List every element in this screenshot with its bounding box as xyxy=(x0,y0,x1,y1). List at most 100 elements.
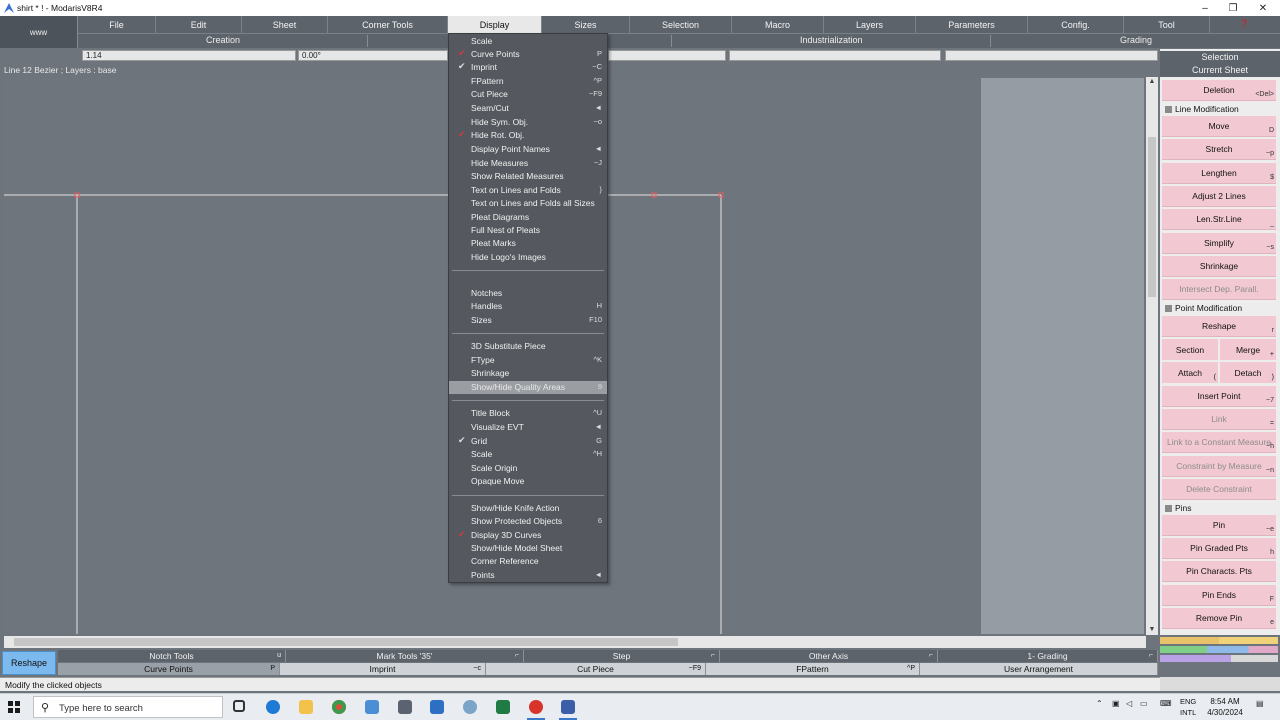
menu-item-show-hide-model-sheet[interactable]: Show/Hide Model Sheet xyxy=(449,542,607,555)
excel-icon[interactable] xyxy=(496,700,510,714)
point-modification-section[interactable]: Point Modification xyxy=(1162,302,1278,315)
menu-item-handles[interactable]: Handles H xyxy=(449,300,607,313)
scroll-thumb[interactable] xyxy=(14,638,678,646)
edge-icon[interactable] xyxy=(266,700,280,714)
minimize-button[interactable]: – xyxy=(1190,0,1220,16)
simplify-button[interactable]: Simplify ~s xyxy=(1162,233,1276,254)
tray-chevron-icon[interactable]: ⌃ xyxy=(1096,699,1103,708)
www-button[interactable]: www xyxy=(0,16,78,48)
value-field-5[interactable] xyxy=(945,50,1158,61)
menu-item-show-hide-knife-action[interactable]: Show/Hide Knife Action xyxy=(449,502,607,515)
chrome-icon[interactable] xyxy=(332,700,346,714)
detach-button[interactable]: Detach ) xyxy=(1220,362,1276,383)
menu-item-scale-origin[interactable]: Scale Origin xyxy=(449,462,607,475)
color-bar[interactable] xyxy=(1160,655,1278,662)
file-explorer-icon[interactable] xyxy=(299,700,313,714)
menu-config-[interactable]: Config. xyxy=(1028,16,1124,33)
help-icon[interactable]: ? xyxy=(1238,18,1250,30)
scroll-up-icon[interactable]: ▲ xyxy=(1148,78,1156,86)
pin-ends-button[interactable]: Pin Ends F xyxy=(1162,585,1276,606)
current-sheet-header[interactable]: Current Sheet xyxy=(1160,64,1280,77)
menu-item-points[interactable]: Points ◄ xyxy=(449,569,607,582)
tray-volume-icon[interactable]: ◁ xyxy=(1126,699,1132,708)
menu-item-hide-rot-obj-[interactable]: ✔ Hide Rot. Obj. xyxy=(449,129,607,142)
link-to-a-constant-measure-button[interactable]: Link to a Constant Measure ~h xyxy=(1162,432,1276,453)
taskbar-search[interactable]: ⚲ Type here to search xyxy=(33,696,223,718)
value-field-1[interactable]: 1.14 xyxy=(82,50,296,61)
menu-item-pleat-marks[interactable]: Pleat Marks xyxy=(449,237,607,250)
menu-item-shrinkage[interactable]: Shrinkage xyxy=(449,367,607,380)
attach-button[interactable]: Attach ( xyxy=(1162,362,1218,383)
menu-item-ftype[interactable]: FType ^K xyxy=(449,354,607,367)
tool-user-arrangement[interactable]: User Arrangement xyxy=(920,663,1158,675)
tool-step[interactable]: Step ⌐ xyxy=(524,650,720,662)
menu-item-pleat-diagrams[interactable]: Pleat Diagrams xyxy=(449,211,607,224)
horizontal-scrollbar[interactable] xyxy=(4,636,1146,648)
pins-section[interactable]: Pins xyxy=(1162,502,1278,515)
app-icon-light[interactable] xyxy=(463,700,477,714)
menu-item-display-3d-curves[interactable]: ✔ Display 3D Curves xyxy=(449,529,607,542)
constraint-by-measure-button[interactable]: Constraint by Measure ~n xyxy=(1162,456,1276,477)
task-view-icon[interactable] xyxy=(233,700,245,712)
scroll-down-icon[interactable]: ▼ xyxy=(1148,626,1156,634)
menu-layers[interactable]: Layers xyxy=(824,16,916,33)
color-bar[interactable] xyxy=(1160,637,1278,644)
delete-constraint-button[interactable]: Delete Constraint xyxy=(1162,479,1276,500)
color-bar[interactable] xyxy=(1160,646,1278,653)
tool-fpattern[interactable]: FPattern ^P xyxy=(706,663,920,675)
tool-other-axis[interactable]: Other Axis ⌐ xyxy=(720,650,938,662)
menu-item-opaque-move[interactable]: Opaque Move xyxy=(449,475,607,488)
clock[interactable]: 8:54 AM 4/30/2024 xyxy=(1200,696,1250,718)
notifications-icon[interactable]: ▤ xyxy=(1256,699,1264,708)
grading-tab[interactable]: Grading xyxy=(1120,35,1152,45)
scroll-thumb[interactable] xyxy=(1148,137,1156,297)
tool-1-grading[interactable]: 1- Grading ⌐ xyxy=(938,650,1158,662)
section-button[interactable]: Section xyxy=(1162,339,1218,360)
menu-item-seam-cut[interactable]: Seam/Cut ◄ xyxy=(449,102,607,115)
menu-item-scale[interactable]: Scale ^H xyxy=(449,448,607,461)
angle-field[interactable]: 0.00° xyxy=(298,50,448,61)
menu-item-text-on-lines-and-folds[interactable]: Text on Lines and Folds} xyxy=(449,184,607,197)
adjust-2-lines-button[interactable]: Adjust 2 Lines xyxy=(1162,186,1276,207)
menu-sizes[interactable]: Sizes xyxy=(542,16,630,33)
menu-selection[interactable]: Selection xyxy=(630,16,732,33)
menu-item-scale[interactable]: Scale xyxy=(449,35,607,48)
menu-item-hide-logo-s-images[interactable]: Hide Logo's Images xyxy=(449,251,607,264)
industrialization-tab[interactable]: Industrialization xyxy=(800,35,863,45)
menu-sheet[interactable]: Sheet xyxy=(242,16,328,33)
reshape-button[interactable]: Reshape r xyxy=(1162,316,1276,337)
deletion-button[interactable]: Deletion <Del> xyxy=(1162,80,1276,101)
move-button[interactable]: Move D xyxy=(1162,116,1276,137)
layer-color-bars[interactable] xyxy=(1160,637,1278,671)
menu-item-corner-reference[interactable]: Corner Reference xyxy=(449,555,607,568)
menu-item-sizes[interactable]: Sizes F10 xyxy=(449,314,607,327)
shrinkage-button[interactable]: Shrinkage xyxy=(1162,256,1276,277)
tool-imprint[interactable]: Imprint ~c xyxy=(280,663,486,675)
menu-item-cut-piece[interactable]: Cut Piece ~F9 xyxy=(449,88,607,101)
menu-file[interactable]: File xyxy=(78,16,156,33)
tool-curve-points[interactable]: Curve Points P xyxy=(58,663,280,675)
menu-parameters[interactable]: Parameters xyxy=(916,16,1028,33)
app-icon-red[interactable] xyxy=(529,700,543,714)
menu-item-imprint[interactable]: ✔ Imprint ~C xyxy=(449,61,607,74)
pin-graded-pts-button[interactable]: Pin Graded Pts h xyxy=(1162,538,1276,559)
menu-item-full-nest-of-pleats[interactable]: Full Nest of Pleats xyxy=(449,224,607,237)
pin-button[interactable]: Pin ~e xyxy=(1162,515,1276,536)
pin-characts-pts-button[interactable]: Pin Characts. Pts xyxy=(1162,561,1276,582)
creation-tab[interactable]: Creation xyxy=(206,35,240,45)
windows-start-icon[interactable] xyxy=(8,701,20,713)
menu-item-text-on-lines-and-folds-all-sizes[interactable]: Text on Lines and Folds all Sizes xyxy=(449,197,607,210)
close-button[interactable]: ✕ xyxy=(1248,0,1278,16)
menu-item-curve-points[interactable]: ✔ Curve Points P xyxy=(449,48,607,61)
menu-item-notches[interactable]: Notches xyxy=(449,287,607,300)
lengthen-button[interactable]: Lengthen $ xyxy=(1162,163,1276,184)
selection-header[interactable]: Selection xyxy=(1160,51,1280,64)
menu-item-title-block[interactable]: Title Block ^U xyxy=(449,407,607,420)
menu-item-hide-sym-obj-[interactable]: Hide Sym. Obj. ~o xyxy=(449,116,607,129)
menu-edit[interactable]: Edit xyxy=(156,16,242,33)
tool-cut-piece[interactable]: Cut Piece ~F9 xyxy=(486,663,706,675)
tool-notch-tools[interactable]: Notch Tools u xyxy=(58,650,286,662)
menu-item-show-related-measures[interactable]: Show Related Measures xyxy=(449,170,607,183)
menu-item-show-hide-quality-areas[interactable]: Show/Hide Quality Areas 9 xyxy=(449,381,607,394)
remove-pin-button[interactable]: Remove Pin e xyxy=(1162,608,1276,629)
